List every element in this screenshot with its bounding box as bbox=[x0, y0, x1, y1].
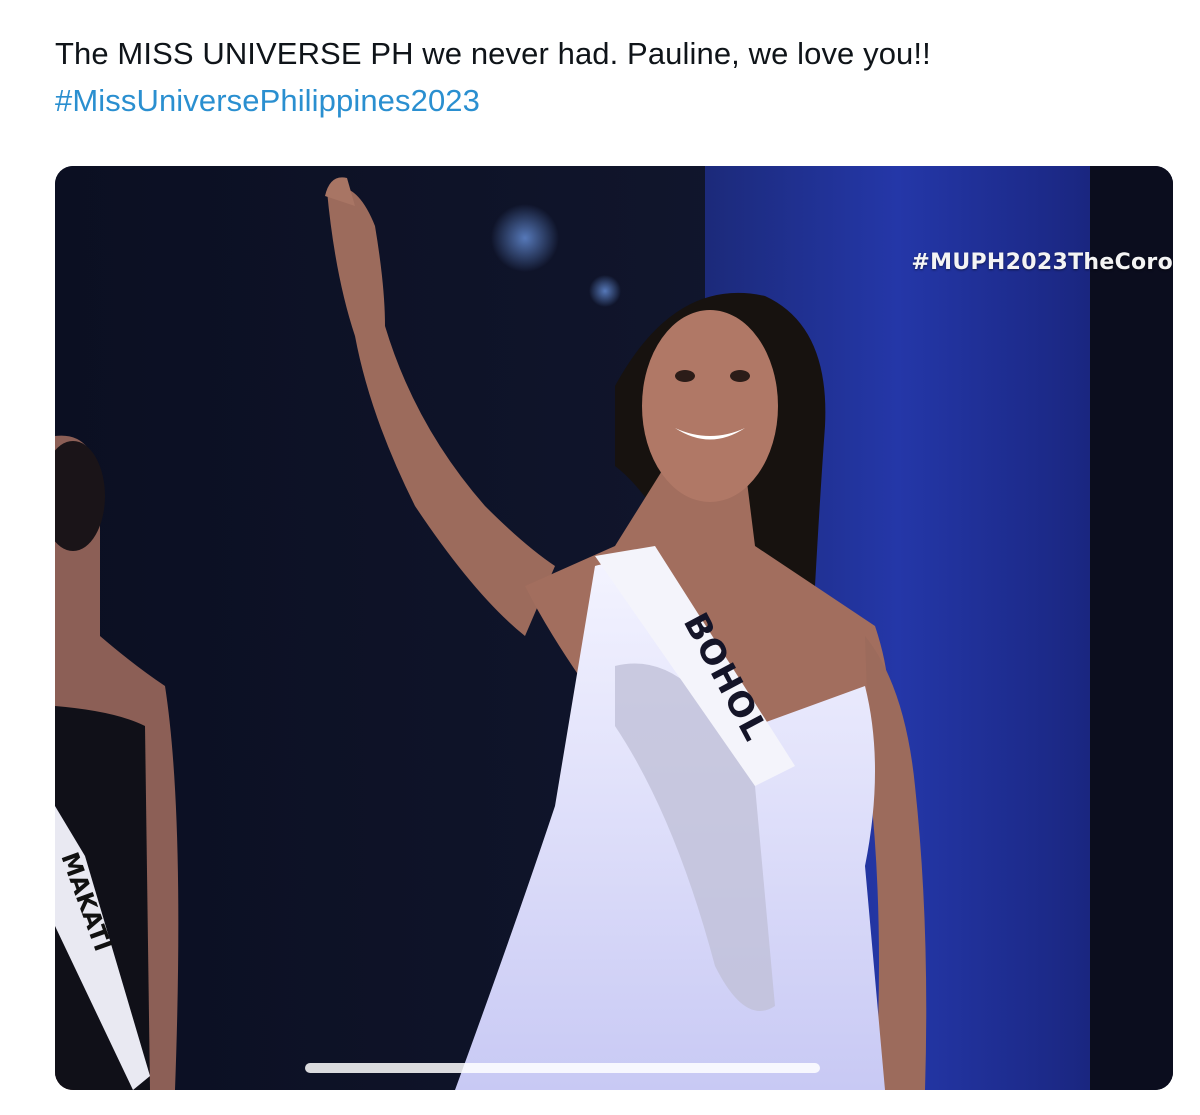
stage-light-bokeh bbox=[491, 204, 559, 272]
tweet-text-line: The MISS UNIVERSE PH we never had. Pauli… bbox=[55, 36, 931, 71]
video-frame: MAKATI BOHOL bbox=[55, 166, 1173, 1090]
tweet-text: The MISS UNIVERSE PH we never had. Pauli… bbox=[55, 30, 1155, 124]
broadcast-hashtag-overlay: #MUPH2023TheCoro bbox=[911, 250, 1173, 275]
video-player[interactable]: MAKATI BOHOL #MUPH2023TheCoro bbox=[55, 166, 1173, 1090]
stage-curtain-dark bbox=[1090, 166, 1173, 1090]
video-scrubber[interactable] bbox=[305, 1063, 820, 1073]
hashtag-link[interactable]: #MissUniversePhilippines2023 bbox=[55, 77, 1155, 124]
stage-light-bokeh bbox=[589, 275, 621, 307]
